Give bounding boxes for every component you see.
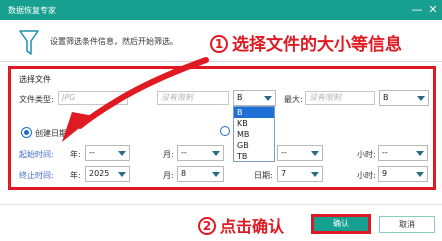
unit-dropdown-list[interactable]: B KB MB GB TB: [233, 106, 275, 162]
create-date-radio[interactable]: [21, 127, 32, 138]
chevron-down-icon: [417, 96, 425, 101]
max-size-input[interactable]: 没有限制: [305, 91, 375, 105]
start-hour-label: 小时:: [357, 150, 376, 159]
end-time-label: 终止时间:: [19, 171, 54, 180]
annotation-number: 1: [210, 35, 228, 53]
chevron-down-icon: [212, 151, 220, 156]
end-year-select[interactable]: 2025: [85, 166, 130, 182]
annotation-click-confirm: 2 点击确认: [198, 213, 284, 237]
other-date-radio[interactable]: [220, 126, 230, 136]
unit-option-b[interactable]: B: [234, 107, 274, 118]
annotation-text: 点击确认: [220, 217, 285, 236]
start-month-select[interactable]: --: [177, 145, 224, 161]
chevron-down-icon: [212, 172, 220, 177]
chevron-down-icon: [264, 96, 272, 101]
start-month-label: 月:: [163, 150, 174, 159]
end-day-label: 日期:: [254, 171, 273, 180]
start-hour-value: --: [382, 148, 388, 157]
file-type-input[interactable]: JPG: [58, 91, 128, 105]
confirm-button[interactable]: 确认: [314, 217, 368, 231]
start-hour-select[interactable]: --: [378, 145, 428, 161]
end-day-select[interactable]: 7: [277, 166, 323, 182]
filter-funnel-icon: [19, 30, 39, 55]
end-year-value: 2025: [89, 169, 110, 178]
annotation-number: 2: [198, 217, 216, 235]
start-time-label: 起始时间:: [19, 150, 54, 159]
header-divider: [0, 61, 442, 62]
chevron-down-icon: [311, 172, 319, 177]
chevron-down-icon: [118, 151, 126, 156]
annotation-text: 选择文件的大小等信息: [232, 35, 402, 55]
start-year-select[interactable]: --: [85, 145, 130, 161]
max-size-label: 最大:: [284, 95, 303, 104]
chevron-down-icon: [311, 151, 319, 156]
end-month-select[interactable]: 8: [177, 166, 224, 182]
unit-option-tb[interactable]: TB: [234, 151, 274, 162]
start-day-value: --: [281, 148, 287, 157]
annotation-select-size: 1 选择文件的大小等信息: [210, 30, 402, 55]
window-title: 数据恢复专家: [8, 6, 56, 15]
close-button[interactable]: ✕: [426, 3, 440, 17]
max-size-unit-select[interactable]: B: [379, 90, 429, 106]
chevron-down-icon: [118, 172, 126, 177]
section-title: 选择文件: [19, 75, 51, 84]
unit-option-mb[interactable]: MB: [234, 129, 274, 140]
min-size-unit-select[interactable]: B: [233, 90, 276, 106]
min-size-unit-value: B: [237, 93, 243, 102]
start-day-select[interactable]: --: [277, 145, 323, 161]
intro-text: 设置筛选条件信息，然后开始筛选。: [50, 37, 178, 46]
footer-divider: [0, 204, 442, 205]
start-month-value: --: [181, 148, 187, 157]
start-year-value: --: [89, 148, 95, 157]
min-size-input[interactable]: 没有限制: [157, 91, 229, 105]
unit-option-kb[interactable]: KB: [234, 118, 274, 129]
end-month-value: 8: [181, 169, 187, 178]
window-titlebar: 数据恢复专家 — ✕: [0, 0, 442, 20]
end-day-value: 7: [281, 169, 287, 178]
cancel-button[interactable]: 取消: [379, 216, 435, 233]
end-hour-label: 小时:: [357, 171, 376, 180]
end-hour-value: 9: [382, 169, 388, 178]
end-hour-select[interactable]: 9: [378, 166, 428, 182]
start-year-label: 年:: [70, 150, 81, 159]
end-year-label: 年:: [70, 171, 81, 180]
file-type-label: 文件类型:: [19, 95, 54, 104]
create-date-label: 创建日期: [35, 129, 67, 138]
max-size-unit-value: B: [383, 93, 389, 102]
minimize-button[interactable]: —: [410, 3, 424, 17]
end-month-label: 月:: [163, 171, 174, 180]
chevron-down-icon: [416, 172, 424, 177]
unit-option-gb[interactable]: GB: [234, 140, 274, 151]
chevron-down-icon: [416, 151, 424, 156]
